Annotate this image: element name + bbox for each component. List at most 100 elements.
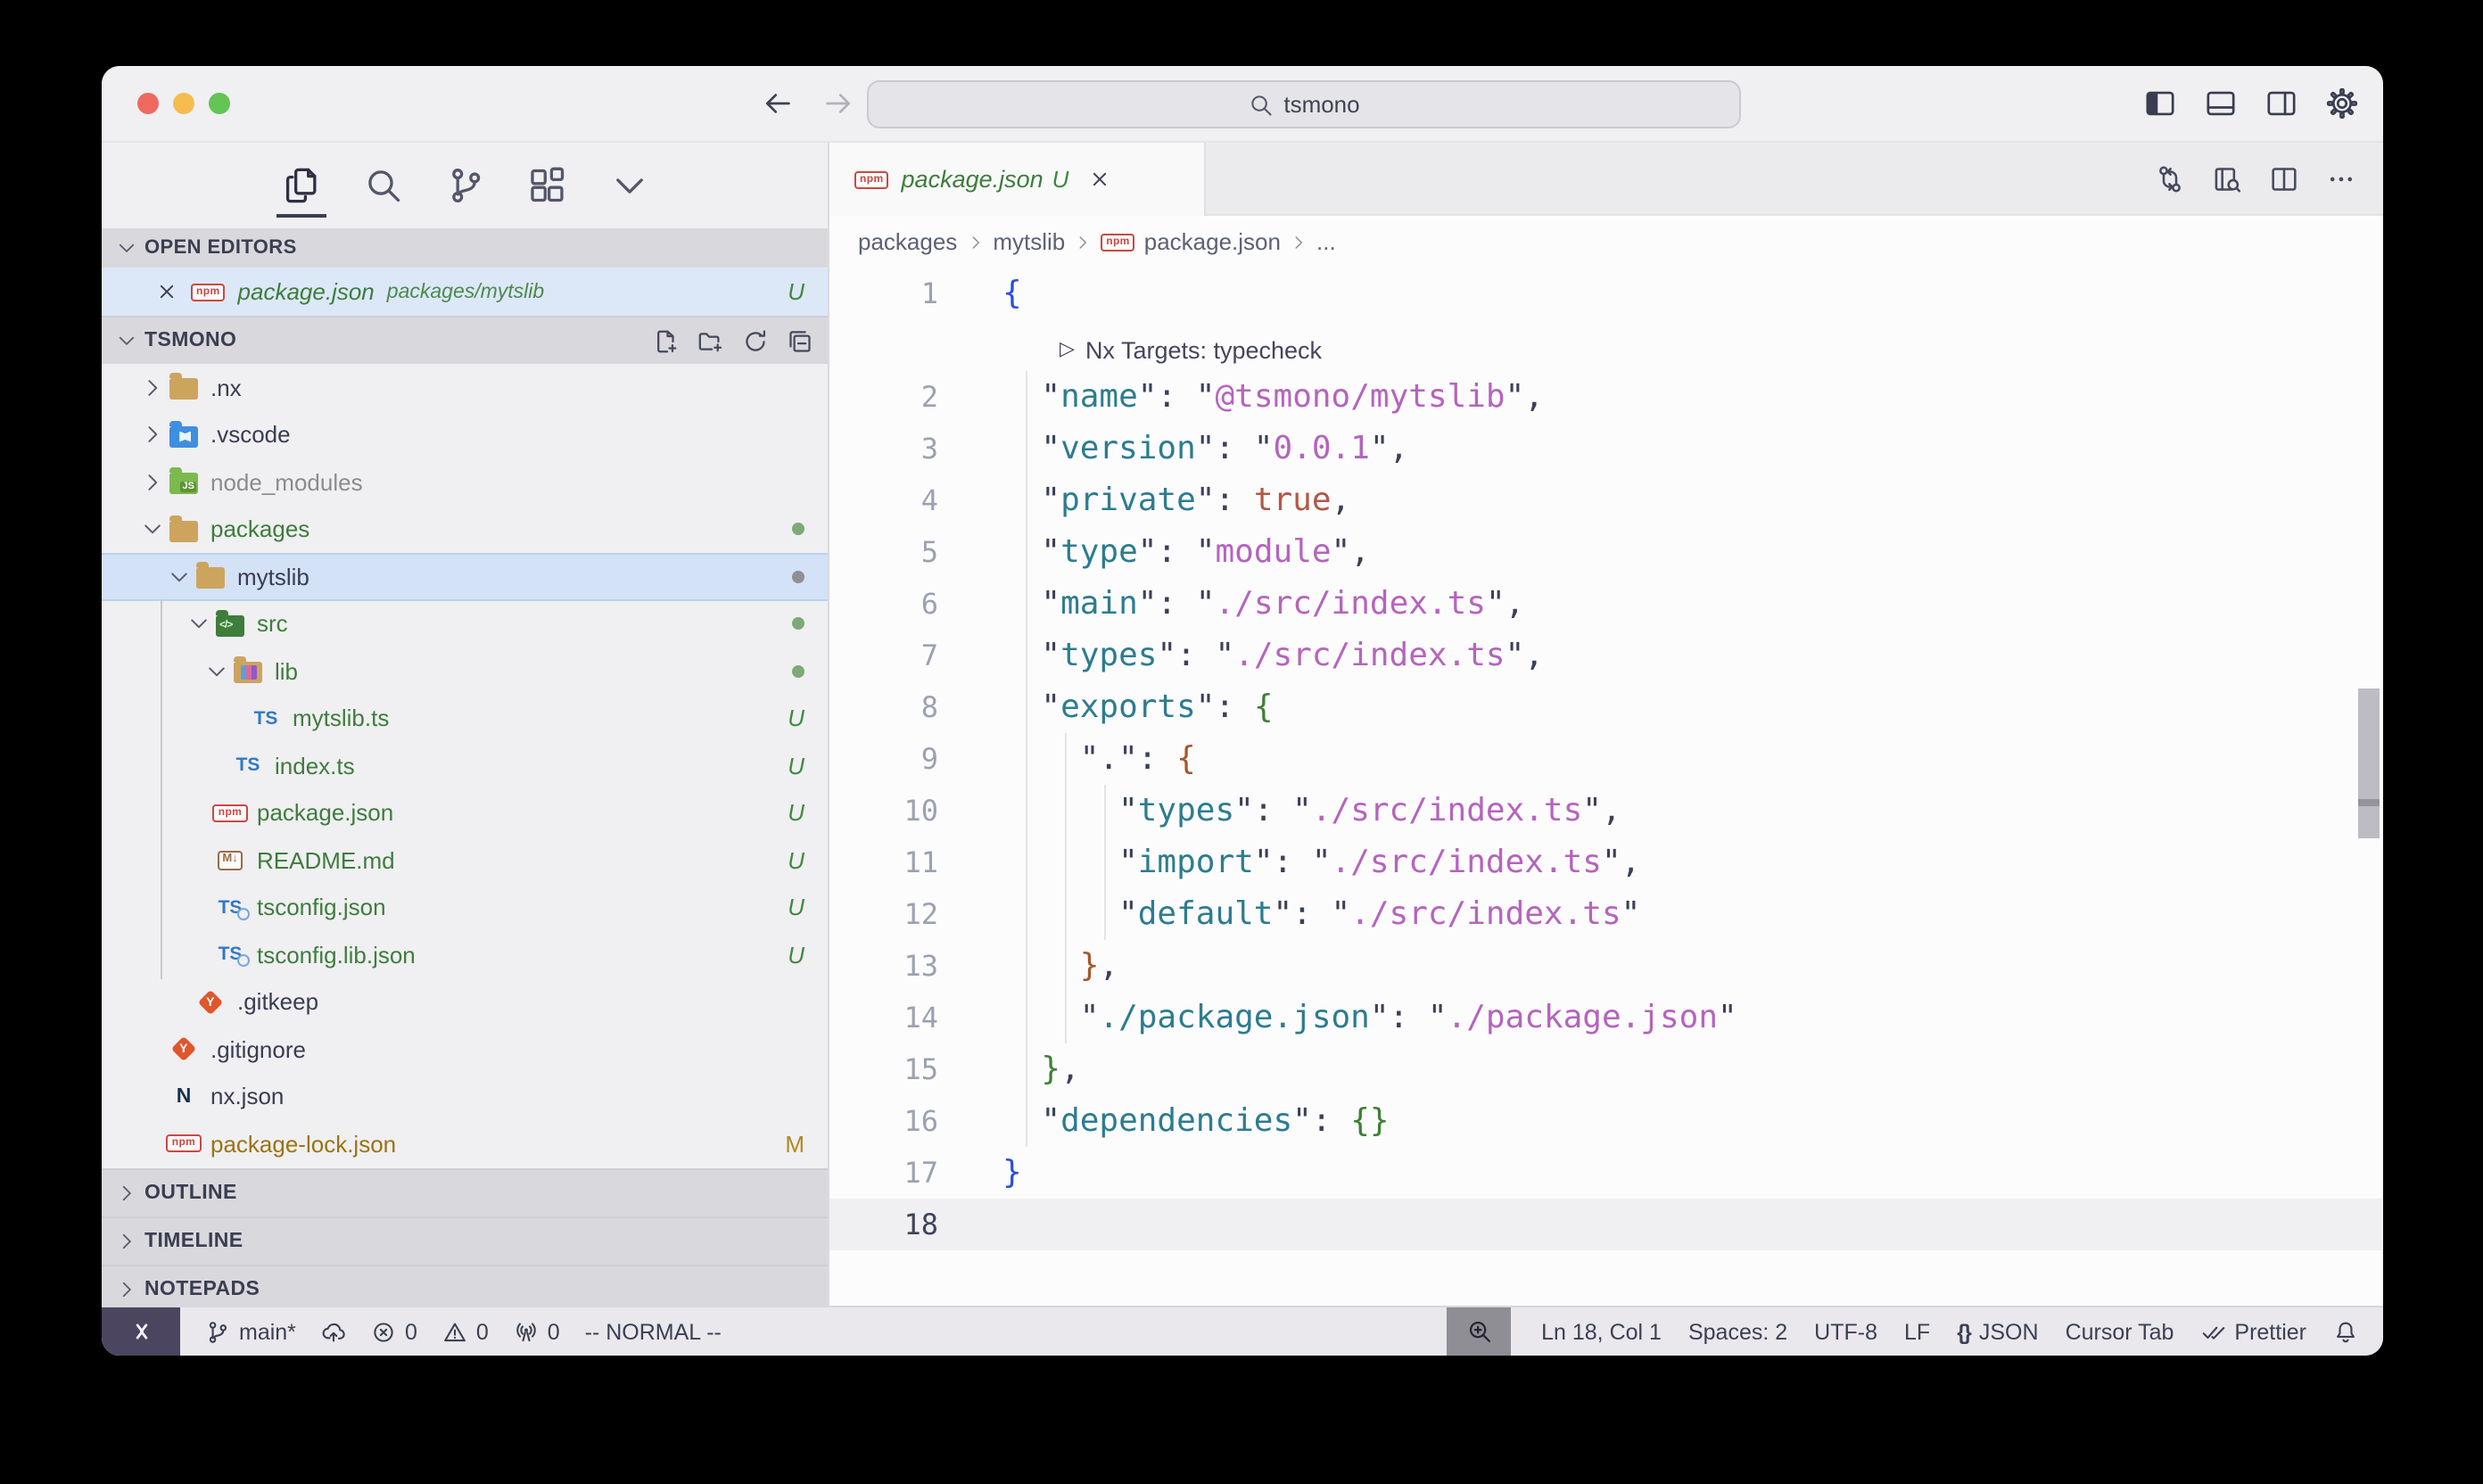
line-number[interactable]: 9: [829, 733, 961, 785]
status-vim-mode[interactable]: -- NORMAL --: [585, 1319, 722, 1344]
code-line-16[interactable]: 16 "dependencies": {}: [829, 1095, 2383, 1147]
line-number[interactable]: 2: [829, 371, 961, 423]
tree-item-package.json[interactable]: npmpackage.jsonU: [102, 789, 828, 837]
tree-item-lib[interactable]: lib: [102, 647, 828, 695]
line-number[interactable]: 12: [829, 888, 961, 940]
code-line-12[interactable]: 12 "default": "./src/index.ts": [829, 888, 2383, 940]
refresh-icon[interactable]: [742, 327, 769, 354]
tree-item-tsconfig.lib.json[interactable]: TStsconfig.lib.jsonU: [102, 931, 828, 978]
layout-sidebar-right-icon[interactable]: [2265, 87, 2297, 120]
code-line-2[interactable]: 2 "name": "@tsmono/mytslib",: [829, 371, 2383, 423]
status-cursor-position[interactable]: Ln 18, Col 1: [1541, 1319, 1662, 1344]
status-prettier[interactable]: Prettier: [2200, 1319, 2306, 1344]
more-icon[interactable]: [2326, 163, 2356, 194]
code-line-18[interactable]: 18: [829, 1199, 2383, 1250]
status-zoom-indicator[interactable]: [1447, 1307, 1511, 1356]
close-window-button[interactable]: [137, 93, 159, 114]
code-line-8[interactable]: 8 "exports": {: [829, 681, 2383, 733]
gear-icon[interactable]: [2326, 87, 2358, 120]
status-eol[interactable]: LF: [1904, 1319, 1930, 1344]
tree-item-node-modules[interactable]: node_modules: [102, 458, 828, 506]
code-line-17[interactable]: 17}: [829, 1147, 2383, 1199]
code-line-14[interactable]: 14 "./package.json": "./package.json": [829, 992, 2383, 1043]
open-editor-item[interactable]: npm package.json packages/mytslib U: [102, 268, 828, 316]
tree-item-mytslib.ts[interactable]: TSmytslib.tsU: [102, 695, 828, 742]
workspace-header[interactable]: TSMONO: [102, 316, 828, 364]
search-icon[interactable]: [363, 166, 402, 205]
layout-panel-icon[interactable]: [2205, 87, 2237, 120]
line-number[interactable]: 17: [829, 1147, 961, 1199]
status-language-mode[interactable]: {}JSON: [1957, 1319, 2038, 1344]
code-line-7[interactable]: 7 "types": "./src/index.ts",: [829, 630, 2383, 681]
code-line-4[interactable]: 4 "private": true,: [829, 474, 2383, 526]
breadcrumb-packages[interactable]: packages: [858, 228, 957, 255]
code-line-11[interactable]: 11 "import": "./src/index.ts",: [829, 837, 2383, 888]
code-line-13[interactable]: 13 },: [829, 940, 2383, 992]
status-warnings[interactable]: 0: [442, 1319, 489, 1344]
run-icon[interactable]: ▷: [1060, 325, 1075, 376]
status-errors[interactable]: 0: [371, 1319, 417, 1344]
line-number[interactable]: 4: [829, 474, 961, 526]
extensions-icon[interactable]: [527, 166, 566, 205]
line-number[interactable]: 16: [829, 1095, 961, 1147]
tree-item-.gitignore[interactable]: Y.gitignore: [102, 1026, 828, 1073]
line-number[interactable]: 13: [829, 940, 961, 992]
code-line-9[interactable]: 9 ".": {: [829, 733, 2383, 785]
tree-item-tsconfig.json[interactable]: TStsconfig.jsonU: [102, 884, 828, 931]
tree-item-index.ts[interactable]: TSindex.tsU: [102, 742, 828, 789]
layout-sidebar-left-icon[interactable]: [2144, 87, 2176, 120]
open-preview-icon[interactable]: [2212, 163, 2242, 194]
status-indentation[interactable]: Spaces: 2: [1688, 1319, 1787, 1344]
close-tab-icon[interactable]: [1088, 168, 1111, 191]
breadcrumb-...[interactable]: ...: [1316, 228, 1336, 255]
new-folder-icon[interactable]: [697, 327, 724, 354]
code-line-5[interactable]: 5 "type": "module",: [829, 526, 2383, 578]
tree-item-packages[interactable]: packages: [102, 506, 828, 553]
tree-item-.nx[interactable]: .nx: [102, 364, 828, 411]
maximize-window-button[interactable]: [209, 93, 230, 114]
line-number[interactable]: 10: [829, 785, 961, 837]
chevron-down-icon[interactable]: [609, 166, 648, 205]
breadcrumb-mytslib[interactable]: mytslib: [993, 228, 1065, 255]
tree-item-package-lock.json[interactable]: npmpackage-lock.jsonM: [102, 1120, 828, 1167]
status-cursor-tab[interactable]: Cursor Tab: [2066, 1319, 2174, 1344]
tree-item-.vscode[interactable]: .vscode: [102, 411, 828, 458]
go-back-icon[interactable]: [762, 87, 794, 120]
code-editor[interactable]: 1{▷Nx Targets: typecheck2 "name": "@tsmo…: [829, 268, 2383, 1306]
tree-item-nx.json[interactable]: Nnx.json: [102, 1073, 828, 1120]
code-line-3[interactable]: 3 "version": "0.0.1",: [829, 423, 2383, 474]
split-editor-icon[interactable]: [2269, 163, 2299, 194]
tree-item-.gitkeep[interactable]: Y.gitkeep: [102, 978, 828, 1026]
codelens-nx-targets[interactable]: ▷Nx Targets: typecheck: [829, 319, 2383, 371]
status-remote-indicator[interactable]: [102, 1307, 180, 1356]
tab-package-json[interactable]: npm package.json U: [829, 143, 1206, 216]
open-editors-header[interactable]: OPEN EDITORS: [102, 228, 828, 268]
line-number[interactable]: 6: [829, 578, 961, 630]
line-number[interactable]: 15: [829, 1043, 961, 1095]
minimize-window-button[interactable]: [173, 93, 194, 114]
tree-item-src[interactable]: src: [102, 600, 828, 647]
code-line-15[interactable]: 15 },: [829, 1043, 2383, 1095]
tree-item-mytslib[interactable]: mytslib: [102, 553, 828, 600]
line-number[interactable]: 5: [829, 526, 961, 578]
files-icon[interactable]: [281, 166, 320, 205]
line-number[interactable]: 8: [829, 681, 961, 733]
line-number[interactable]: 7: [829, 630, 961, 681]
status-notifications[interactable]: [2333, 1319, 2358, 1344]
compare-icon[interactable]: [2155, 163, 2185, 194]
code-line-1[interactable]: 1{: [829, 268, 2383, 319]
line-number[interactable]: 18: [829, 1199, 961, 1250]
panel-header-timeline[interactable]: TIMELINE: [102, 1216, 828, 1264]
panel-header-outline[interactable]: OUTLINE: [102, 1167, 828, 1216]
line-number[interactable]: 3: [829, 423, 961, 474]
status-git-branch[interactable]: main*: [205, 1319, 296, 1344]
scrollbar-thumb[interactable]: [2358, 688, 2380, 838]
line-number[interactable]: 14: [829, 992, 961, 1043]
tree-item-readme.md[interactable]: M↓README.mdU: [102, 837, 828, 884]
new-file-icon[interactable]: [653, 327, 680, 354]
line-number[interactable]: 1: [829, 268, 961, 319]
status-publish[interactable]: [321, 1319, 346, 1344]
status-encoding[interactable]: UTF-8: [1814, 1319, 1877, 1344]
close-icon[interactable]: [155, 280, 178, 303]
go-forward-icon[interactable]: [822, 87, 854, 120]
